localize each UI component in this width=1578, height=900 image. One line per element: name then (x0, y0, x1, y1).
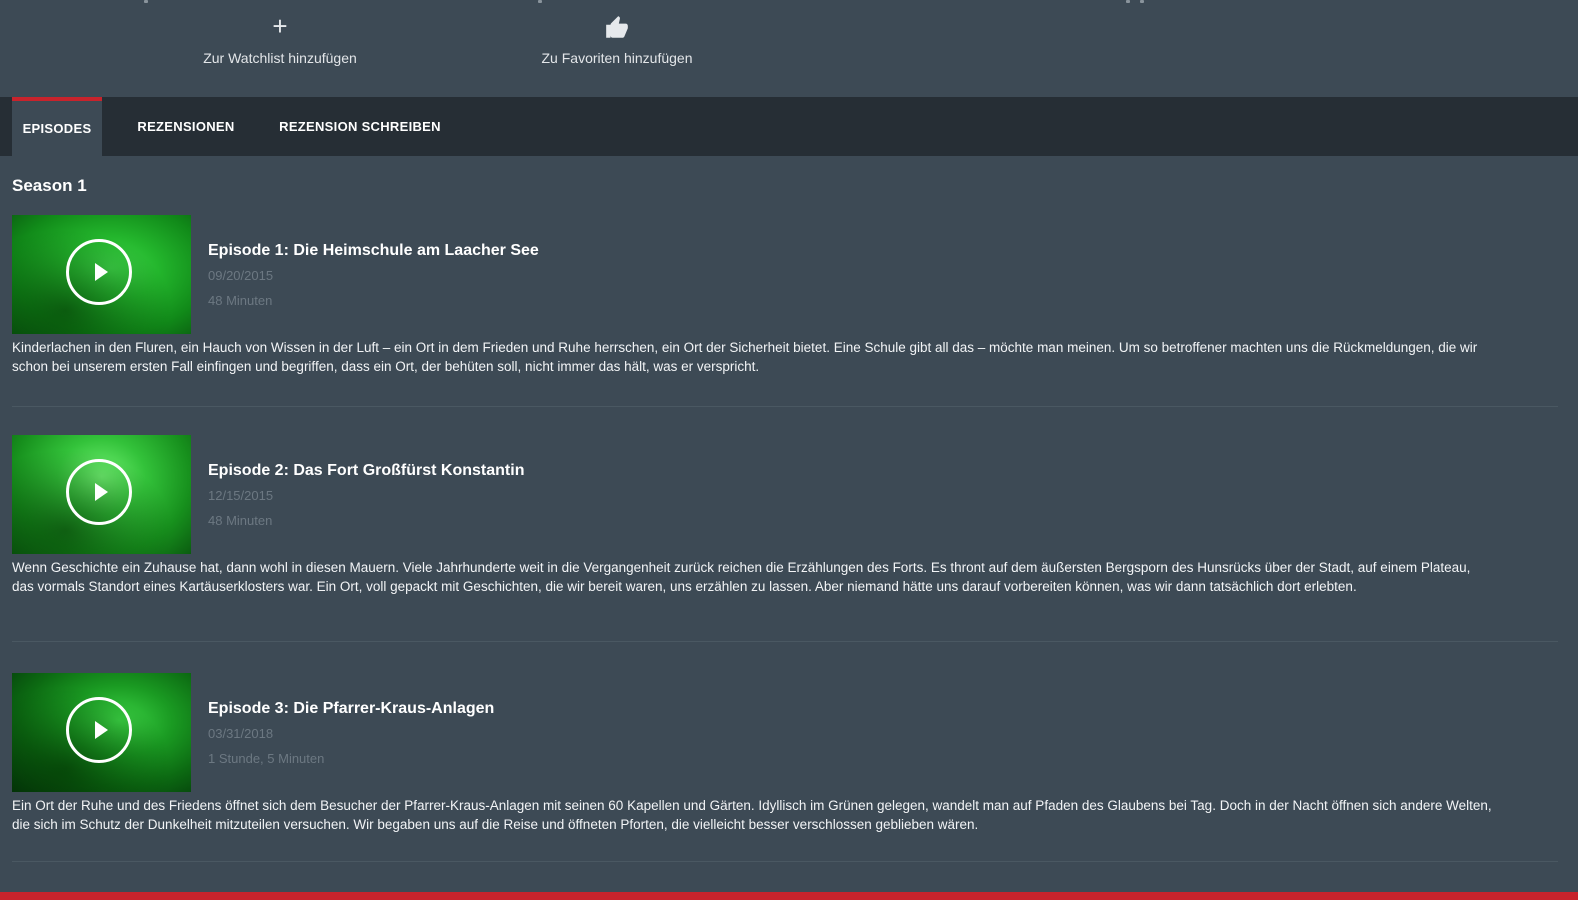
divider (12, 641, 1558, 642)
episode-page: + Zur Watchlist hinzufügen Zu Favoriten … (0, 0, 1578, 900)
episode-title[interactable]: Episode 1: Die Heimschule am Laacher See (208, 242, 539, 260)
episode-duration: 1 Stunde, 5 Minuten (208, 751, 325, 766)
episode-thumbnail[interactable] (12, 435, 191, 554)
episode-title[interactable]: Episode 3: Die Pfarrer-Kraus-Anlagen (208, 700, 494, 718)
episode-description: Kinderlachen in den Fluren, ein Hauch vo… (12, 340, 1478, 374)
episode-date: 09/20/2015 (208, 268, 274, 283)
divider (12, 406, 1558, 407)
episode-date: 03/31/2018 (208, 726, 274, 741)
episode-description: Ein Ort der Ruhe und des Friedens öffnet… (12, 798, 1492, 832)
episode-description: Wenn Geschichte ein Zuhause hat, dann wo… (12, 560, 1471, 594)
episode-duration: 48 Minuten (208, 293, 273, 308)
tab-bar: EPISODES REZENSIONEN REZENSION SCHREIBEN (0, 97, 1578, 156)
add-to-watchlist-label: Zur Watchlist hinzufügen (203, 50, 357, 66)
divider (12, 861, 1558, 862)
add-to-favorites-button[interactable]: Zu Favoriten hinzufügen (497, 10, 737, 66)
tab-write-review[interactable]: REZENSION SCHREIBEN (266, 97, 454, 156)
plus-icon: + (272, 11, 288, 41)
episode-title[interactable]: Episode 2: Das Fort Großfürst Konstantin (208, 462, 524, 480)
play-icon[interactable] (66, 459, 132, 525)
add-to-favorites-label: Zu Favoriten hinzufügen (541, 50, 693, 66)
play-icon[interactable] (66, 239, 132, 305)
thumbs-up-icon (497, 10, 737, 42)
add-to-watchlist-button[interactable]: + Zur Watchlist hinzufügen (160, 10, 400, 66)
episode-date: 12/15/2015 (208, 488, 274, 503)
episode-thumbnail[interactable] (12, 215, 191, 334)
tab-reviews[interactable]: REZENSIONEN (122, 97, 250, 156)
tab-episodes[interactable]: EPISODES (12, 97, 102, 156)
action-bar: + Zur Watchlist hinzufügen Zu Favoriten … (0, 0, 1578, 97)
episode-duration: 48 Minuten (208, 513, 273, 528)
season-title: Season 1 (12, 176, 87, 195)
bottom-accent-bar (0, 892, 1578, 900)
play-icon[interactable] (66, 697, 132, 763)
episode-thumbnail[interactable] (12, 673, 191, 792)
